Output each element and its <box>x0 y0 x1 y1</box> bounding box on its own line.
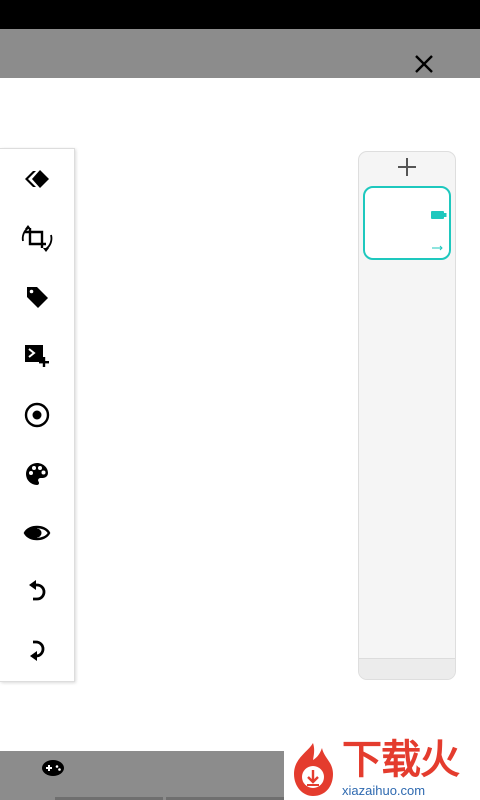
flame-logo-icon <box>294 743 333 796</box>
redo-icon <box>30 640 45 661</box>
tag-icon <box>27 287 48 308</box>
status-bar <box>0 0 480 29</box>
add-media-icon <box>25 345 49 367</box>
layer-thumbnail[interactable] <box>363 186 451 260</box>
eraser-diamond-icon <box>25 170 49 188</box>
add-media-tool-button[interactable] <box>18 337 56 375</box>
bottom-bar-button[interactable] <box>40 757 66 779</box>
close-button[interactable] <box>408 48 440 80</box>
battery-icon <box>431 211 447 219</box>
layers-panel-footer <box>359 658 455 679</box>
visibility-tool-button[interactable] <box>18 396 56 434</box>
plus-icon <box>398 158 416 176</box>
add-layer-button[interactable] <box>359 152 455 182</box>
undo-tool-button[interactable] <box>18 573 56 611</box>
palette-tool-button[interactable] <box>18 455 56 493</box>
watermark-title: 下载火 <box>342 737 460 783</box>
crop-rotate-icon <box>21 225 53 252</box>
watermark-subtitle: xiazaihuo.com <box>342 783 426 798</box>
contrast-eye-icon <box>23 525 51 541</box>
close-icon <box>415 55 433 73</box>
tool-panel <box>0 148 75 682</box>
crop-rotate-tool-button[interactable] <box>18 219 56 257</box>
controller-pill-icon <box>42 760 64 776</box>
radio-target-icon <box>24 402 50 428</box>
redo-tool-button[interactable] <box>18 632 56 670</box>
contrast-tool-button[interactable] <box>18 514 56 552</box>
layers-panel <box>358 151 456 680</box>
watermark: 下载火 xiazaihuo.com <box>284 738 480 800</box>
arrow-right-icon <box>432 245 443 251</box>
tag-tool-button[interactable] <box>18 278 56 316</box>
undo-icon <box>29 580 46 601</box>
eraser-tool-button[interactable] <box>18 160 56 198</box>
palette-icon <box>26 463 48 485</box>
